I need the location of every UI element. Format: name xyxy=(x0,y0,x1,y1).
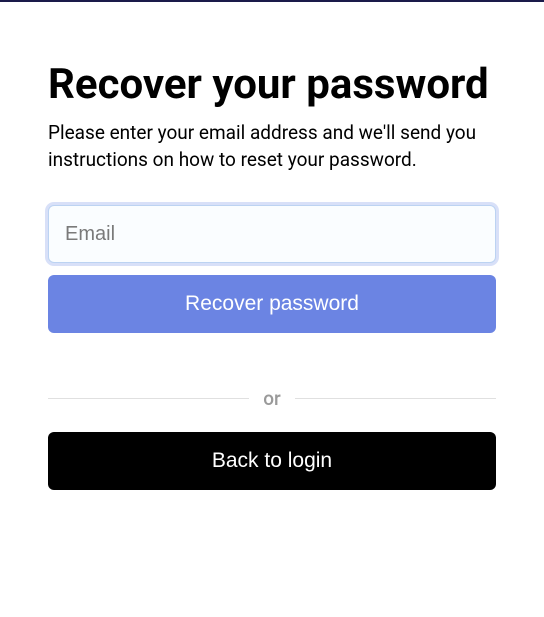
recover-password-button[interactable]: Recover password xyxy=(48,275,496,333)
divider-line-left xyxy=(48,398,249,399)
recover-password-form: Recover your password Please enter your … xyxy=(0,2,544,490)
divider-line-right xyxy=(295,398,496,399)
email-field[interactable] xyxy=(48,205,496,263)
divider-text: or xyxy=(249,387,295,410)
page-title: Recover your password xyxy=(48,62,496,108)
back-to-login-button[interactable]: Back to login xyxy=(48,432,496,490)
divider: or xyxy=(48,387,496,410)
page-subtitle: Please enter your email address and we'l… xyxy=(48,120,496,173)
